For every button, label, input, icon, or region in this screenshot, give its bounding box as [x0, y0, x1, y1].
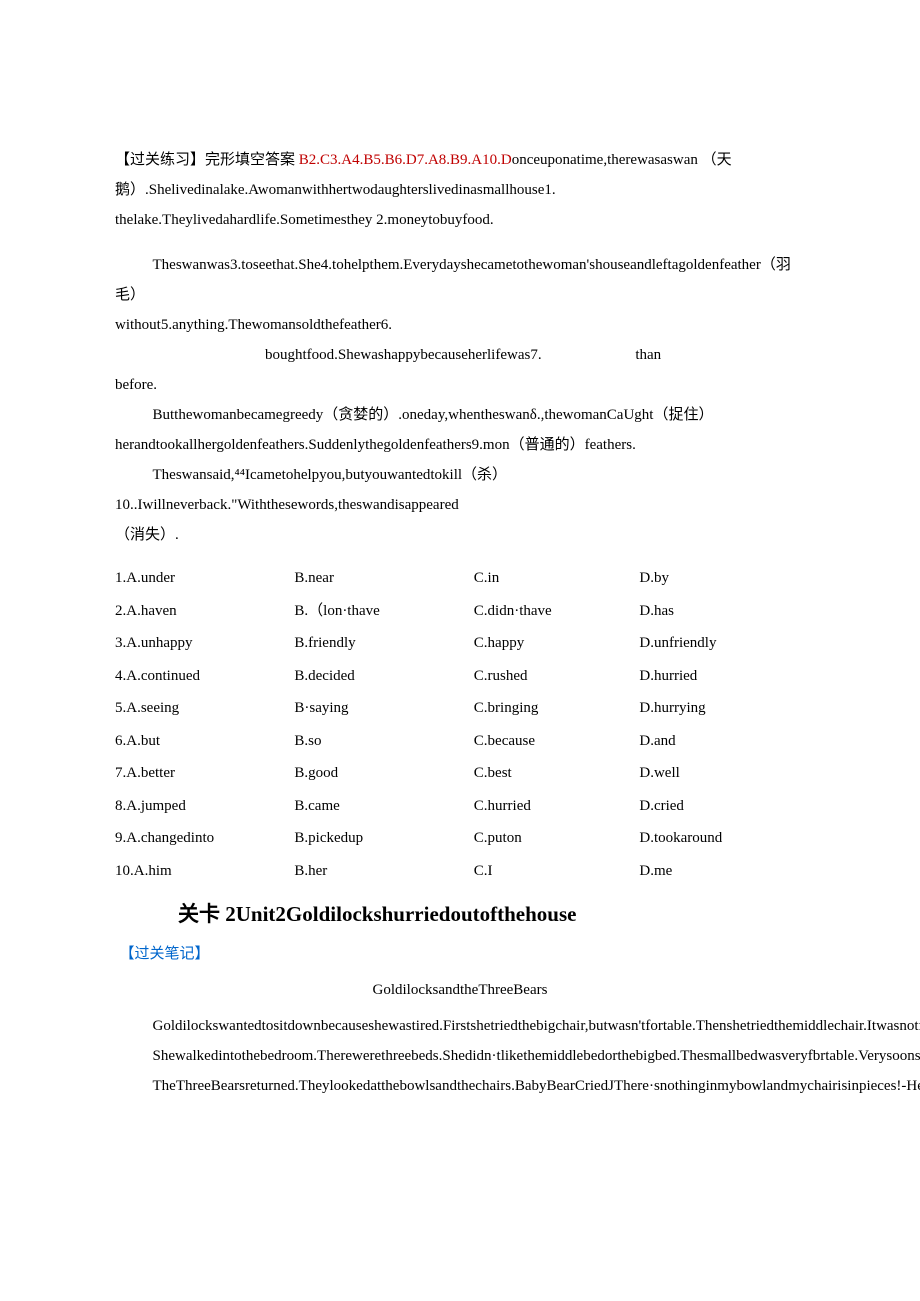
unit-heading: 关卡 2Unit2Goldilockshurriedoutofthehouse — [115, 893, 805, 935]
notes-label: 【过关笔记】 — [115, 939, 805, 969]
table-row: 9.A.changedintoB.pickedupC.putonD.tookar… — [115, 822, 805, 855]
paragraph-3a: Butthewomanbecamegreedy（贪婪的）.oneday,when… — [115, 400, 805, 430]
table-row: 5.A.seeingB·sayingC.bringingD.hurrying — [115, 692, 805, 725]
story-title: GoldilocksandtheThreeBears — [115, 975, 805, 1005]
story-p2: Shewalkedintothebedroom.Therewerethreebe… — [115, 1041, 805, 1071]
options-table: 1.A.underB.nearC.inD.by 2.A.havenB.（lon·… — [115, 562, 805, 887]
paragraph-2a: Theswanwas3.toseethat.She4.tohelpthem.Ev… — [115, 250, 805, 310]
table-row: 10.A.himB.herC.ID.me — [115, 855, 805, 888]
story-p3: TheThreeBearsreturned.Theylookedatthebow… — [115, 1071, 805, 1101]
paragraph-2c: boughtfood.Shewashappybecauseherlifewas7… — [115, 340, 805, 370]
paragraph-4b: （消失）. — [115, 520, 805, 550]
answer-key: B2.C3.A4.B5.B6.D7.A8.B9.A10.D — [299, 152, 512, 168]
table-row: 7.A.betterB.goodC.bestD.well — [115, 757, 805, 790]
table-row: 6.A.butB.soC.becauseD.and — [115, 725, 805, 758]
paragraph-2b: without5.anything.Thewomansoldthefeather… — [115, 310, 805, 340]
paragraph-4a: Theswansaid,⁴⁴Icametohelpyou,butyouwante… — [115, 460, 805, 520]
table-row: 2.A.havenB.（lon·thaveC.didn·thaveD.has — [115, 595, 805, 628]
table-row: 3.A.unhappyB.friendlyC.happyD.unfriendly — [115, 627, 805, 660]
story-p1: Goldilockswantedtositdownbecauseshewasti… — [115, 1011, 805, 1041]
exercise-header: 【过关练习】完形填空答案 B2.C3.A4.B5.B6.D7.A8.B9.A10… — [115, 145, 805, 235]
paragraph-before: before. — [115, 370, 805, 400]
paragraph-3b: herandtookallhergoldenfeathers.Suddenlyt… — [115, 430, 805, 460]
table-row: 1.A.underB.nearC.inD.by — [115, 562, 805, 595]
table-row: 8.A.jumpedB.cameC.hurriedD.cried — [115, 790, 805, 823]
table-row: 4.A.continuedB.decidedC.rushedD.hurried — [115, 660, 805, 693]
